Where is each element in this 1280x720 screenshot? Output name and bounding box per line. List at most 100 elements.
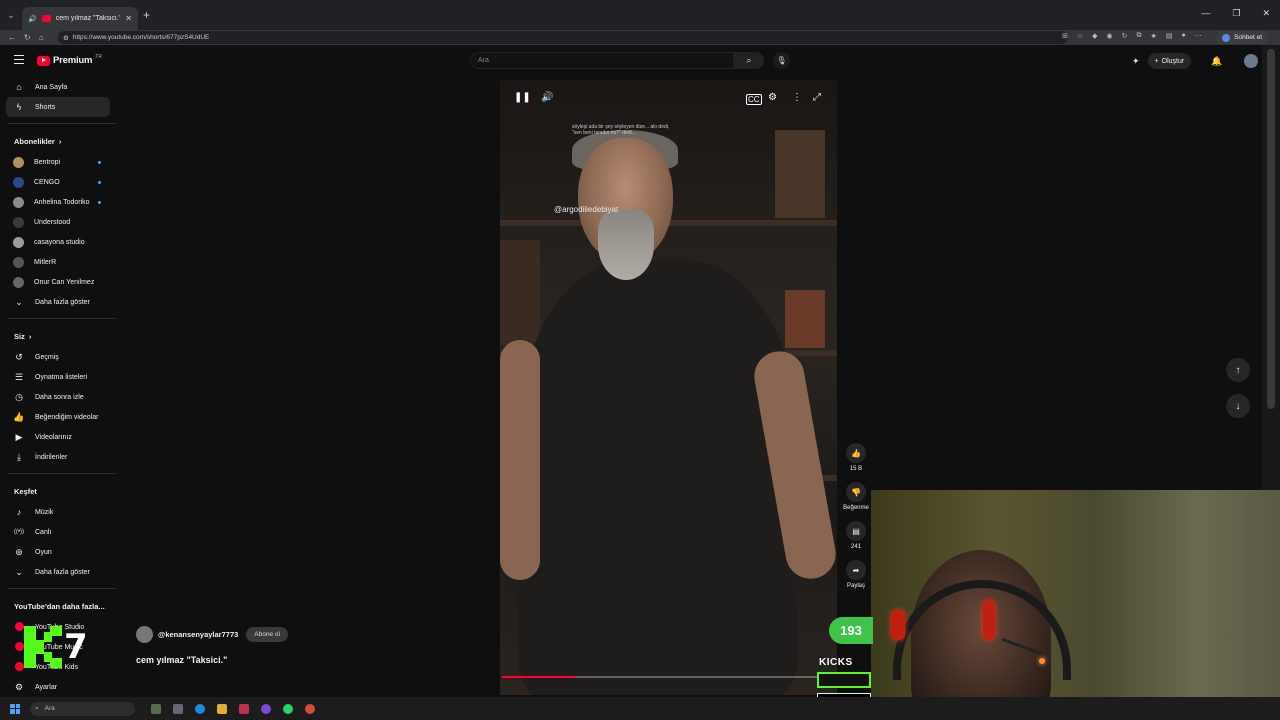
copilot-icon — [1222, 33, 1231, 42]
sidebar-item-label: Daha sonra izle — [35, 393, 84, 401]
app-icon[interactable] — [261, 703, 271, 714]
restore-icon[interactable]: ❐ — [1232, 8, 1240, 19]
file-explorer-icon[interactable] — [217, 703, 227, 714]
app-icon[interactable] — [239, 703, 249, 714]
edge-icon[interactable] — [195, 703, 205, 714]
sidebar-item-subscription[interactable]: Anhelina Todoriko — [0, 192, 118, 212]
sidebar-item-download[interactable]: ⤓ İndirilenler — [0, 447, 118, 467]
windows-start-icon[interactable] — [10, 703, 20, 714]
settings-icon[interactable]: ⚙ — [768, 92, 777, 103]
person-beard — [598, 210, 654, 280]
like-button[interactable]: 👍 — [846, 443, 866, 463]
sidebar-item-subscription[interactable]: Understood — [0, 212, 118, 232]
gear-icon: ⚙ — [14, 681, 24, 692]
you-heading[interactable]: Siz › — [0, 325, 118, 347]
channel-avatar — [13, 236, 24, 248]
avatar[interactable] — [1244, 54, 1259, 68]
browser-tab[interactable]: 🔊 cem yılmaz "Taksici." - YouTube ✕ — [22, 7, 138, 30]
extension-icon[interactable]: ↻ — [1122, 32, 1128, 40]
favorites-icon[interactable]: ★ — [1151, 32, 1157, 40]
shorts-video-player[interactable]: söyleşi ada bir şey söyleyen dize... alo… — [500, 80, 837, 695]
pause-icon[interactable]: ❚❚ — [514, 92, 531, 103]
search-input[interactable]: Ara — [470, 52, 734, 69]
search-button[interactable]: ⌕ — [734, 52, 764, 69]
sidebar-item-subscription[interactable]: Bentropi — [0, 152, 118, 172]
more-vert-icon[interactable]: ⋮ — [792, 92, 802, 103]
sidebar-item-history[interactable]: ↺ Geçmiş — [0, 347, 118, 367]
collections-icon[interactable]: ▤ — [1166, 32, 1173, 40]
taskbar-search[interactable]: ⌕ Ara — [30, 701, 135, 716]
next-short-button[interactable]: ↓ — [1226, 394, 1250, 418]
menu-icon[interactable]: ⋯ — [1195, 32, 1202, 40]
youtube-logo[interactable]: Premium TR — [37, 54, 102, 66]
back-icon[interactable]: ← — [8, 33, 16, 42]
tab-search-icon[interactable]: ⌄ — [2, 6, 20, 24]
person-arm — [500, 340, 540, 580]
sidebar-item-chevron-down[interactable]: ⌄ Daha fazla göster — [0, 562, 118, 582]
extension-icon[interactable]: ◉ — [1107, 32, 1113, 40]
sidebar-item-label: Daha fazla göster — [35, 568, 90, 576]
comments-action: ▤ 241 — [843, 521, 869, 550]
dislike-button[interactable]: 👎 — [846, 482, 866, 502]
url-field[interactable]: ⚙ https://www.youtube.com/shorts/677pzS4… — [58, 31, 1068, 44]
sidebar-item-playlist[interactable]: ☰ Oynatma listeleri — [0, 367, 118, 387]
shorts-actions: 👍 15 B 👎 Beğenme ▤ 241 ➦ Paylaş — [843, 443, 869, 599]
new-tab-button[interactable]: + — [143, 8, 150, 22]
share-button[interactable]: ➦ — [846, 560, 866, 580]
sidebar-item-like[interactable]: 👍 Beğendiğim videolar — [0, 407, 118, 427]
whatsapp-icon[interactable] — [283, 703, 293, 714]
reload-icon[interactable]: ↻ — [24, 33, 31, 42]
notifications-icon[interactable]: 🔔 — [1211, 56, 1222, 67]
sidebar-item-subscription[interactable]: CENGO — [0, 172, 118, 192]
task-view-icon[interactable] — [173, 703, 183, 714]
sidebar-item-subscription[interactable]: MitlerR — [0, 252, 118, 272]
taskbar-apps — [151, 703, 315, 714]
app-icon[interactable] — [305, 703, 315, 714]
video-progress-bar[interactable] — [502, 676, 835, 678]
captions-icon[interactable]: CC — [746, 94, 762, 105]
scrollbar-thumb[interactable] — [1267, 49, 1275, 409]
chat-button[interactable]: Sohbet et — [1216, 31, 1268, 44]
sidebar-item-clock[interactable]: ◷ Daha sonra izle — [0, 387, 118, 407]
create-button[interactable]: + Oluştur — [1147, 53, 1192, 69]
history-icon: ↺ — [15, 351, 23, 362]
sidebar-item-settings[interactable]: ⚙ Ayarlar — [0, 677, 118, 695]
comments-button[interactable]: ▤ — [846, 521, 866, 541]
sidebar-item-shorts[interactable]: ϟ Shorts — [6, 97, 110, 117]
shorts-icon: ϟ — [16, 102, 22, 112]
minimize-icon[interactable]: — — [1201, 8, 1210, 19]
extensions-icon[interactable]: ⧉ — [1137, 32, 1142, 40]
site-info-icon[interactable]: ⚙ — [63, 34, 69, 42]
show-more-subs[interactable]: ⌄ Daha fazla göster — [0, 292, 118, 312]
sidebar-item-label: Understood — [34, 218, 71, 226]
subscriptions-heading[interactable]: Abonelikler › — [0, 130, 118, 152]
channel-name[interactable]: @kenansenyaylar7773 — [158, 630, 238, 639]
menu-icon[interactable] — [14, 55, 24, 66]
extension-icon[interactable]: ◆ — [1092, 32, 1097, 40]
close-tab-icon[interactable]: ✕ — [125, 14, 132, 23]
section-title: YouTube'dan daha fazla... — [14, 601, 105, 611]
close-window-icon[interactable]: ✕ — [1262, 8, 1270, 19]
chevron-right-icon: › — [28, 331, 32, 341]
sidebar-item-subscription[interactable]: Onur Can Yenilmez — [0, 272, 118, 292]
fullscreen-icon[interactable]: ⤢ — [813, 92, 821, 103]
audio-icon[interactable]: 🔊 — [28, 15, 37, 23]
sidebar-item-music[interactable]: ♪ Müzik — [0, 502, 118, 522]
sidebar-item-live[interactable]: ((•)) Canlı — [0, 522, 118, 542]
sidebar-item-gaming[interactable]: ⊛ Oyun — [0, 542, 118, 562]
sidebar-item-subscription[interactable]: casayona studio — [0, 232, 118, 252]
home-browser-icon[interactable]: ⌂ — [39, 33, 44, 42]
voice-search-button[interactable]: 🎙 — [773, 52, 790, 69]
previous-short-button[interactable]: ↑ — [1226, 358, 1250, 382]
channel-avatar[interactable] — [136, 626, 153, 643]
extension-icon[interactable]: ✦ — [1132, 56, 1140, 67]
subscribe-button[interactable]: Abone ol — [246, 627, 288, 642]
bookmark-icon[interactable]: ☆ — [1077, 32, 1083, 40]
profile-icon[interactable]: ● — [1181, 32, 1185, 40]
install-app-icon[interactable]: ⊞ — [1062, 32, 1068, 40]
widget-icon[interactable] — [151, 703, 161, 714]
volume-icon[interactable]: 🔊 — [541, 92, 553, 103]
sidebar-item-video[interactable]: ▶ Videolarınız — [0, 427, 118, 447]
sidebar-item-home[interactable]: ⌂ Ana Sayfa — [0, 77, 118, 97]
sidebar-item-label: Oynatma listeleri — [35, 373, 88, 381]
